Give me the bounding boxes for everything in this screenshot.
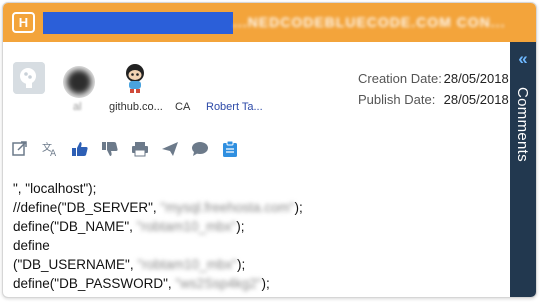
meta-label-github[interactable]: github.co... [109,101,163,113]
meta-label-blurred: al [73,101,82,113]
octocat-icon[interactable] [121,62,149,94]
h-badge[interactable]: H [12,12,35,33]
share-icon[interactable] [10,139,30,159]
snippet-card: H ...NEDCODEBLUECODE.COM CON... « Commen… [2,2,537,298]
publish-date-label: Publish Date: [358,92,436,107]
code-line: define("DB_PASSWORD", "ws2Ssp4kg2"); [13,276,270,291]
redacted-value: "ws2Ssp4kg2" [175,276,262,291]
creation-date-value: 28/05/2018 [443,71,509,86]
brain-avatar-icon[interactable] [13,62,45,94]
publish-date-row: Publish Date: 28/05/2018 [358,92,509,113]
meta-label-location: CA [175,101,191,113]
comments-panel[interactable]: « Comments [510,42,536,297]
chevron-double-left-icon[interactable]: « [510,50,536,67]
publish-date-value: 28/05/2018 [443,92,509,107]
comment-icon[interactable] [190,139,210,159]
print-icon[interactable] [130,139,150,159]
translate-icon[interactable]: 文A [40,139,60,159]
main-content: al github.co... CA Robert Ta... Creation… [3,42,512,297]
meta-label-author[interactable]: Robert Ta... [206,101,263,113]
code-line: ("DB_USERNAME", "robtam10_mbx"); [13,257,246,272]
creation-date-row: Creation Date: 28/05/2018 [358,71,509,92]
page-title[interactable]: ...NEDCODEBLUECODE.COM CON... [233,14,504,32]
header-bar: H ...NEDCODEBLUECODE.COM CON... [3,3,536,42]
code-snippet[interactable]: ", "localhost"); //define("DB_SERVER", "… [13,179,303,293]
thumbs-up-icon[interactable] [70,139,90,159]
creation-date-label: Creation Date: [358,71,442,86]
redacted-value: "robtam10_mbx" [137,257,237,272]
thumbs-down-icon[interactable] [100,139,120,159]
title-redaction [43,12,233,34]
send-icon[interactable] [160,139,180,159]
code-line: ", "localhost"); [13,181,97,196]
user-avatar-icon[interactable] [63,66,95,98]
clipboard-icon[interactable] [220,139,240,159]
comments-label[interactable]: Comments [514,87,531,162]
svg-text:A: A [50,149,57,157]
code-line: //define("DB_SERVER", "mysql.freehosta.c… [13,200,303,215]
code-line: define("DB_NAME", "robtam10_mbx"); [13,219,245,234]
code-line: define [13,238,50,253]
redacted-value: "mysql.freehosta.com" [160,200,295,215]
redacted-value: "robtam10_mbx" [136,219,237,234]
dates-block: Creation Date: 28/05/2018 Publish Date: … [358,71,509,113]
